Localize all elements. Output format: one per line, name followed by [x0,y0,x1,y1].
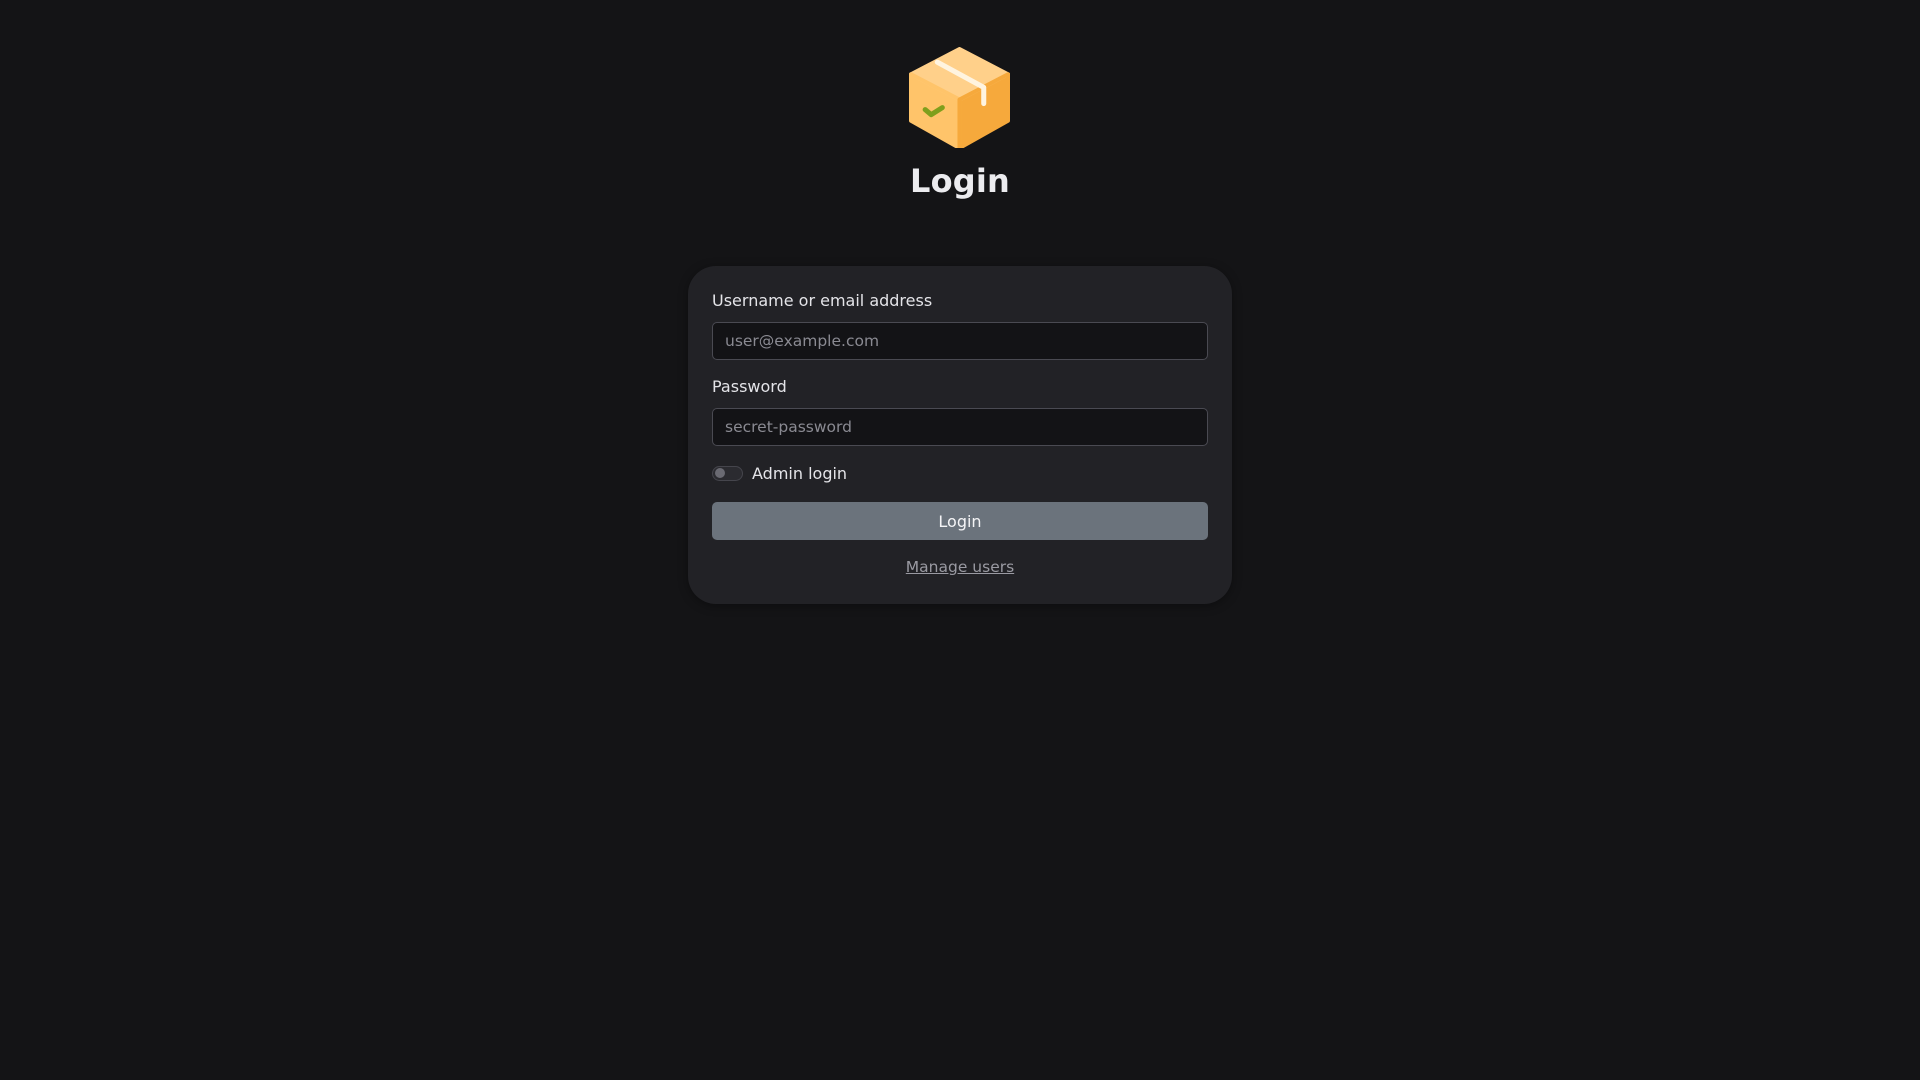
login-page: Login Username or email address Password… [0,0,1920,1080]
manage-users-link[interactable]: Manage users [906,558,1014,576]
toggle-knob [715,468,725,478]
username-label: Username or email address [712,291,933,310]
page-title: Login [909,162,1011,200]
admin-login-label: Admin login [752,463,848,483]
password-input[interactable] [712,408,1208,446]
manage-users-container: Manage users [688,558,1232,576]
password-label: Password [712,377,787,396]
login-button[interactable]: Login [712,502,1208,540]
admin-login-toggle[interactable] [712,465,743,481]
username-input[interactable] [712,322,1208,360]
admin-login-toggle-row[interactable]: Admin login [712,462,847,484]
login-card: Username or email address Password Admin… [688,266,1232,604]
package-box-icon [909,47,1010,148]
